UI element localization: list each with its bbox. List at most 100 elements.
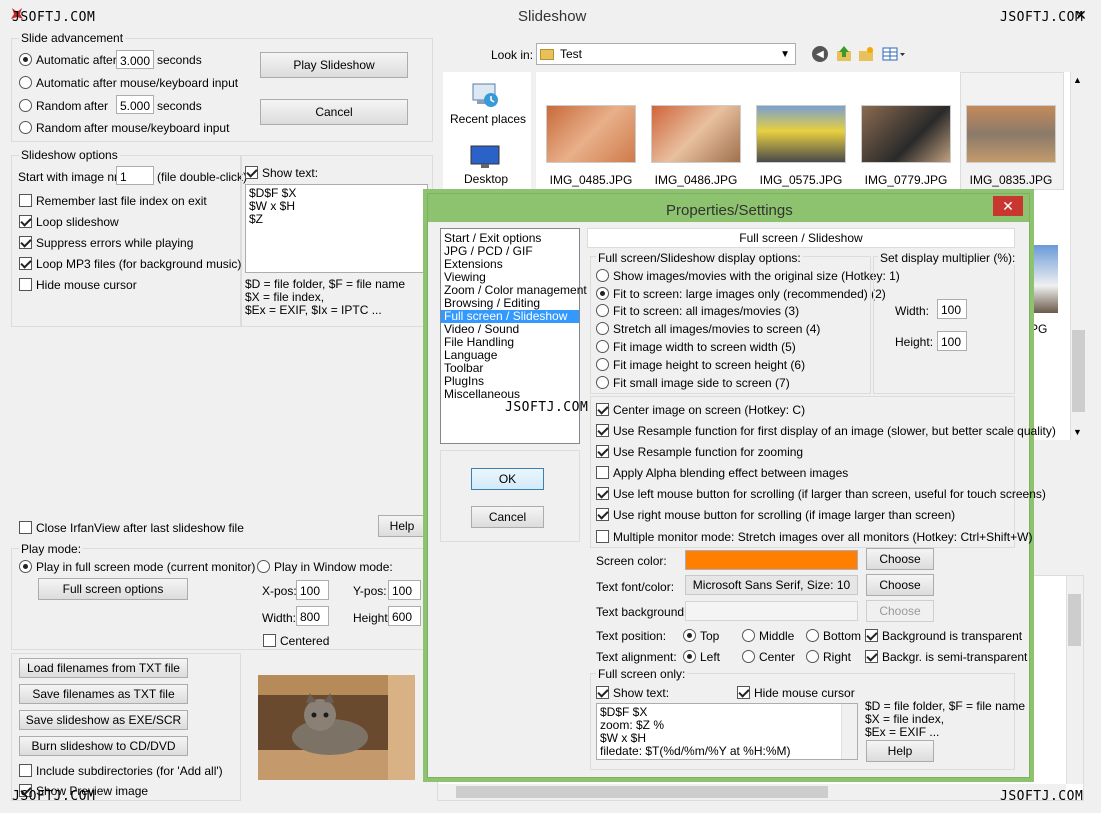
recent-places-icon[interactable] [469, 78, 501, 110]
checkbox[interactable] [596, 445, 609, 458]
fs-text-area[interactable]: $D$F $X zoom: $Z % $W x $H filedate: $T(… [596, 703, 858, 760]
play-slideshow-button[interactable]: Play Slideshow [260, 52, 408, 78]
scroll-up-icon[interactable]: ▲ [1073, 75, 1082, 85]
desktop-label[interactable]: Desktop [464, 172, 508, 186]
choose-background-button[interactable]: Choose [866, 600, 934, 622]
load-filenames-button[interactable]: Load filenames from TXT file [19, 658, 188, 678]
checkbox[interactable] [596, 508, 609, 521]
dialog-close-button[interactable]: ✕ [993, 196, 1023, 216]
random-seconds-input[interactable]: 5.000 [116, 95, 154, 114]
recent-places-label[interactable]: Recent places [450, 112, 526, 126]
checkbox[interactable] [19, 521, 32, 534]
radio-button[interactable] [19, 99, 32, 112]
checkbox[interactable] [596, 466, 609, 479]
help-button[interactable]: Help [378, 515, 426, 537]
radio-button[interactable] [19, 560, 32, 573]
radio-button[interactable] [742, 629, 755, 642]
xpos-label: X-pos: [262, 584, 297, 598]
partial-thumbnail-image [1030, 245, 1058, 313]
start-image-input[interactable]: 1 [116, 166, 154, 185]
radio-button[interactable] [596, 376, 609, 389]
auto-seconds-input[interactable]: 3.000 [116, 50, 154, 69]
thumbnail-item[interactable]: IMG_0486.JPG [646, 105, 746, 187]
fs-text-scrollbar[interactable] [841, 704, 857, 759]
radio-button[interactable] [19, 121, 32, 134]
thumbnail-item[interactable]: IMG_0485.JPG [541, 105, 641, 187]
radio-button[interactable] [596, 269, 609, 282]
radio-button[interactable] [683, 629, 696, 642]
checkbox[interactable] [19, 764, 32, 777]
new-folder-icon[interactable] [858, 46, 874, 62]
radio-button[interactable] [683, 650, 696, 663]
thumbnail-item[interactable]: IMG_0779.JPG [856, 105, 956, 187]
checkbox[interactable] [19, 236, 32, 249]
hscroll-thumb[interactable] [456, 786, 828, 798]
checkbox[interactable] [19, 194, 32, 207]
checkbox[interactable] [19, 215, 32, 228]
thumbnail-image [966, 105, 1056, 163]
thumbnail-label: IMG_0835.JPG [969, 173, 1053, 187]
checkbox[interactable] [19, 278, 32, 291]
checkbox[interactable] [263, 634, 276, 647]
up-folder-icon[interactable] [836, 45, 852, 62]
radio-button[interactable] [806, 629, 819, 642]
multiplier-width-input[interactable]: 100 [937, 299, 967, 319]
scroll-down-icon[interactable]: ▼ [1073, 427, 1082, 437]
thumbnail-image [861, 105, 951, 163]
radio-button[interactable] [596, 358, 609, 371]
radio-button[interactable] [596, 287, 609, 300]
chevron-down-icon: ▼ [780, 49, 790, 60]
dialog-cancel-button[interactable]: Cancel [471, 506, 544, 528]
choose-font-button[interactable]: Choose [866, 574, 934, 596]
checkbox[interactable] [19, 257, 32, 270]
checkbox[interactable] [596, 686, 609, 699]
desktop-icon[interactable] [469, 144, 501, 170]
checkbox-label: Use Resample function for first display … [613, 424, 1056, 438]
radio-button[interactable] [596, 340, 609, 353]
width-input[interactable]: 800 [296, 606, 329, 626]
checkbox[interactable] [865, 629, 878, 642]
checkbox[interactable] [245, 166, 258, 179]
show-text-area[interactable]: $D$F $X $W x $H $Z [245, 184, 428, 273]
watermark-top-left: JSOFTJ.COM [12, 10, 96, 25]
multiplier-height-input[interactable]: 100 [937, 331, 967, 351]
view-menu-icon[interactable] [882, 46, 906, 62]
random-input-label: after mouse/keyboard input [84, 121, 230, 135]
thumbnail-item[interactable]: IMG_0835.JPG [961, 105, 1061, 187]
scroll-thumb[interactable] [1072, 330, 1085, 412]
lower-scroll-thumb[interactable] [1068, 594, 1081, 646]
cancel-button[interactable]: Cancel [260, 99, 408, 125]
thumbnail-item[interactable]: IMG_0575.JPG [751, 105, 851, 187]
radio-button[interactable] [257, 560, 270, 573]
width-label: Width: [262, 611, 297, 625]
burn-cd-button[interactable]: Burn slideshow to CD/DVD [19, 736, 188, 756]
radio-button[interactable] [806, 650, 819, 663]
back-icon[interactable]: ◀ [812, 46, 828, 62]
dialog-help-button[interactable]: Help [866, 740, 934, 762]
full-screen-options-button[interactable]: Full screen options [38, 578, 188, 600]
radio-button[interactable] [19, 76, 32, 89]
checkbox[interactable] [596, 424, 609, 437]
checkbox[interactable] [596, 403, 609, 416]
radio-button[interactable] [596, 322, 609, 335]
display-options-label: Full screen/Slideshow display options: [596, 251, 803, 265]
window-close-button[interactable]: ✕ [1066, 4, 1096, 26]
checkbox[interactable] [596, 530, 609, 543]
checkbox[interactable] [737, 686, 750, 699]
checkbox[interactable] [865, 650, 878, 663]
look-in-select[interactable]: Test ▼ [536, 43, 796, 65]
radio-button[interactable] [19, 53, 32, 66]
radio-button[interactable] [596, 304, 609, 317]
save-filenames-button[interactable]: Save filenames as TXT file [19, 684, 188, 704]
radio-button[interactable] [742, 650, 755, 663]
choose-screen-color-button[interactable]: Choose [866, 548, 934, 570]
save-exe-button[interactable]: Save slideshow as EXE/SCR [19, 710, 188, 730]
radio-label: Random [36, 121, 82, 135]
height-input[interactable]: 600 [388, 606, 421, 626]
ypos-input[interactable]: 100 [388, 580, 421, 600]
full-screen-only-label: Full screen only: [596, 667, 688, 681]
xpos-input[interactable]: 100 [296, 580, 329, 600]
radio-label: Fit image height to screen height (6) [613, 358, 806, 372]
ok-button[interactable]: OK [471, 468, 544, 490]
checkbox[interactable] [596, 487, 609, 500]
